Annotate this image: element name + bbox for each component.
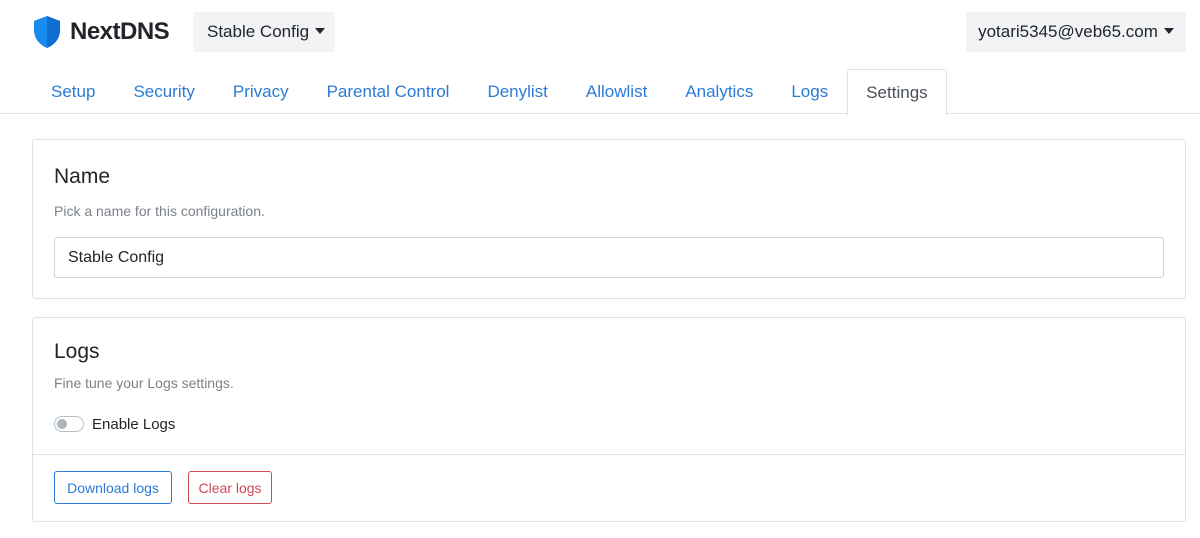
toggle-knob <box>57 419 67 429</box>
brand-logo[interactable]: NextDNS <box>32 14 170 50</box>
account-email: yotari5345@veb65.com <box>978 22 1158 41</box>
caret-down-icon <box>1163 28 1174 34</box>
logs-card: Logs Fine tune your Logs settings. Enabl… <box>32 317 1186 522</box>
tab-analytics[interactable]: Analytics <box>666 69 772 114</box>
brand-name: NextDNS <box>70 18 170 45</box>
config-selector-label: Stable Config <box>207 22 310 41</box>
tab-parental-control[interactable]: Parental Control <box>308 69 469 114</box>
tab-denylist[interactable]: Denylist <box>468 69 566 114</box>
tab-privacy[interactable]: Privacy <box>214 69 308 114</box>
name-section-title: Name <box>54 165 111 188</box>
enable-logs-row: Enable Logs <box>54 414 175 434</box>
top-header: NextDNS Stable Config yotari5345@veb65.c… <box>0 0 1200 64</box>
account-dropdown[interactable]: yotari5345@veb65.com <box>966 12 1186 52</box>
tab-security[interactable]: Security <box>114 69 213 114</box>
tab-logs[interactable]: Logs <box>772 69 847 114</box>
logs-card-footer: Download logs Clear logs <box>33 454 1185 521</box>
name-section-description: Pick a name for this configuration. <box>54 203 265 219</box>
logs-section-description: Fine tune your Logs settings. <box>54 375 234 391</box>
shield-icon <box>32 15 62 49</box>
download-logs-button[interactable]: Download logs <box>54 471 172 504</box>
tab-allowlist[interactable]: Allowlist <box>567 69 666 114</box>
tab-setup[interactable]: Setup <box>32 69 114 114</box>
name-card: Name Pick a name for this configuration. <box>32 139 1186 299</box>
nav-tabs: Setup Security Privacy Parental Control … <box>0 69 1200 115</box>
enable-logs-label[interactable]: Enable Logs <box>92 416 175 433</box>
caret-down-icon <box>315 28 326 34</box>
enable-logs-toggle[interactable] <box>54 416 84 432</box>
config-name-input[interactable] <box>54 237 1164 278</box>
logs-section-title: Logs <box>54 340 100 363</box>
tab-settings[interactable]: Settings <box>847 69 947 115</box>
clear-logs-button[interactable]: Clear logs <box>188 471 272 504</box>
config-selector-dropdown[interactable]: Stable Config <box>193 12 335 52</box>
